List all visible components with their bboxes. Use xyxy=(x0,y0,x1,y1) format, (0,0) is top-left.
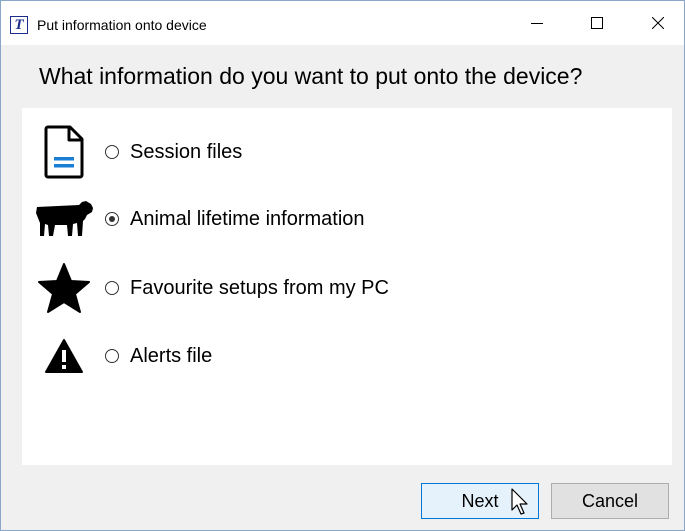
option-favourite-setups[interactable]: Favourite setups from my PC xyxy=(22,258,672,318)
app-icon-letter: T xyxy=(14,16,24,33)
option-label: Animal lifetime information xyxy=(130,208,365,230)
maximize-icon xyxy=(591,17,603,29)
option-label: Favourite setups from my PC xyxy=(130,277,389,299)
option-label: Session files xyxy=(130,141,243,163)
minimize-button[interactable] xyxy=(511,1,563,45)
close-icon xyxy=(652,17,664,29)
option-session-files[interactable]: Session files xyxy=(22,122,672,182)
radio-animal-lifetime[interactable] xyxy=(105,212,119,226)
page-heading: What information do you want to put onto… xyxy=(39,63,583,89)
radio-favourite-setups[interactable] xyxy=(105,281,119,295)
mouse-cursor-icon xyxy=(511,488,528,515)
dialog-window: T Put information onto device What infor… xyxy=(0,0,685,531)
cow-icon xyxy=(34,189,94,249)
option-label: Alerts file xyxy=(130,345,213,367)
maximize-button[interactable] xyxy=(571,1,623,45)
option-alerts-file[interactable]: Alerts file xyxy=(22,326,672,386)
radio-session-files[interactable] xyxy=(105,145,119,159)
cancel-button[interactable]: Cancel xyxy=(551,483,669,519)
title-bar[interactable]: T Put information onto device xyxy=(1,1,684,45)
document-icon xyxy=(34,122,94,182)
warning-icon xyxy=(34,326,94,386)
option-animal-lifetime[interactable]: Animal lifetime information xyxy=(22,189,672,249)
close-button[interactable] xyxy=(632,1,684,45)
window-title: Put information onto device xyxy=(37,17,207,33)
star-icon xyxy=(34,258,94,318)
options-panel: Session files Animal lifetime informatio… xyxy=(22,108,672,465)
app-icon: T xyxy=(10,16,28,34)
radio-alerts-file[interactable] xyxy=(105,349,119,363)
minimize-icon xyxy=(531,23,543,24)
